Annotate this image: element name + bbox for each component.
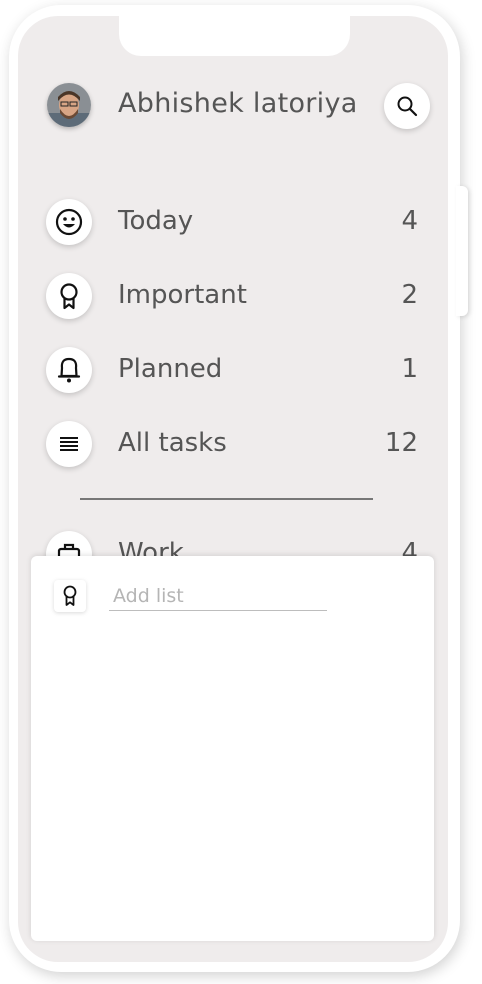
list-lines-icon <box>46 421 92 467</box>
app-screen: Abhishek latoriya Today 4 Important 2 Pl… <box>18 16 448 962</box>
nav-item-all-tasks[interactable]: All tasks 12 <box>46 418 418 468</box>
add-list-input[interactable] <box>109 582 327 611</box>
nav-count-all-tasks: 12 <box>384 428 418 458</box>
user-name: Abhishek latoriya <box>118 88 358 119</box>
nav-item-important[interactable]: Important 2 <box>46 270 418 320</box>
avatar-image <box>47 83 91 127</box>
search-button[interactable] <box>384 83 430 129</box>
nav-item-planned[interactable]: Planned 1 <box>46 344 418 394</box>
nav-label-important: Important <box>118 280 247 310</box>
nav-count-planned: 1 <box>401 354 418 384</box>
search-icon <box>397 96 418 117</box>
phone-notch <box>119 16 350 56</box>
nav-label-planned: Planned <box>118 354 223 384</box>
avatar[interactable] <box>47 83 91 127</box>
bell-icon <box>46 347 92 393</box>
ribbon-badge-icon <box>46 273 92 319</box>
nav-item-today[interactable]: Today 4 <box>46 196 418 246</box>
ribbon-badge-icon[interactable] <box>54 580 86 612</box>
nav-label-all-tasks: All tasks <box>118 428 227 458</box>
phone-side-button <box>456 186 468 316</box>
nav-divider <box>80 498 373 500</box>
nav-count-today: 4 <box>401 206 418 236</box>
smiley-icon <box>46 199 92 245</box>
add-list-panel <box>31 556 434 941</box>
nav-count-important: 2 <box>401 280 418 310</box>
nav-label-today: Today <box>118 206 194 236</box>
